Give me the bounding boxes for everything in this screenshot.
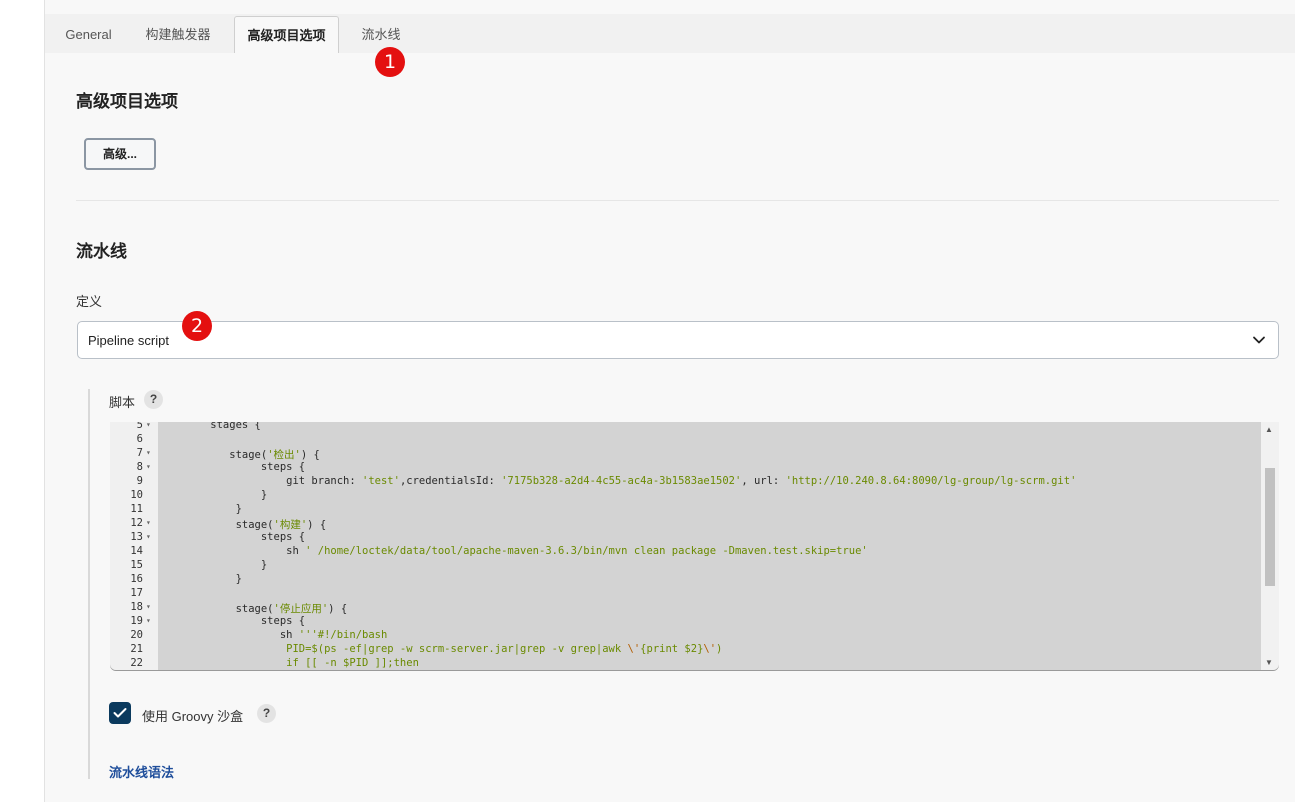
left-sidebar bbox=[0, 0, 45, 802]
code-text: } bbox=[185, 573, 242, 585]
definition-selected-value: Pipeline script bbox=[88, 333, 169, 348]
code-text: git branch: 'test',credentialsId: '7175b… bbox=[185, 475, 1077, 487]
tab-general[interactable]: General bbox=[55, 14, 122, 53]
line-number: 14 bbox=[130, 545, 143, 557]
code-line: 22 if [[ -n $PID ]];then bbox=[110, 657, 1260, 670]
code-line: 13 ▾ steps { bbox=[110, 531, 1260, 545]
line-number: 22 bbox=[130, 657, 143, 669]
code-text: stage('停止应用') { bbox=[185, 603, 348, 615]
code-lines: 5 ▾ stages {6 7 ▾ stage('检出') {8 ▾ steps {9 … bbox=[110, 422, 1260, 670]
line-number: 6 bbox=[136, 433, 143, 445]
line-number: 5 bbox=[136, 422, 143, 431]
code-line: 17 bbox=[110, 587, 1260, 601]
fold-arrow-icon[interactable]: ▾ bbox=[146, 462, 151, 471]
code-text: sh '''#!/bin/bash bbox=[185, 629, 388, 641]
tab-build-triggers[interactable]: 构建触发器 bbox=[135, 14, 221, 53]
code-text: sh ' /home/loctek/data/tool/apache-maven… bbox=[185, 545, 868, 557]
code-line: 11 } bbox=[110, 503, 1260, 517]
definition-label: 定义 bbox=[76, 294, 103, 309]
groovy-sandbox-checkbox[interactable] bbox=[109, 702, 131, 724]
check-icon bbox=[113, 708, 127, 718]
code-text: steps { bbox=[185, 461, 306, 473]
line-number: 17 bbox=[130, 587, 143, 599]
script-label: 脚本 bbox=[109, 395, 136, 410]
code-text: } bbox=[185, 489, 268, 501]
groovy-sandbox-label: 使用 Groovy 沙盒 bbox=[142, 709, 244, 724]
code-line: 6 bbox=[110, 433, 1260, 447]
line-number: 11 bbox=[130, 503, 143, 515]
code-line: 5 ▾ stages { bbox=[110, 422, 1260, 433]
scrollbar-thumb[interactable] bbox=[1265, 468, 1275, 586]
code-line: 20 sh '''#!/bin/bash bbox=[110, 629, 1260, 643]
advanced-button[interactable]: 高级... bbox=[84, 138, 156, 170]
annotation-badge-1: 1 bbox=[375, 47, 405, 77]
line-number: 9 bbox=[136, 475, 143, 487]
fold-arrow-icon[interactable]: ▾ bbox=[146, 602, 151, 611]
line-number: 8 bbox=[136, 461, 143, 473]
code-text: PID=$(ps -ef|grep -w scrm-server.jar|gre… bbox=[185, 643, 723, 655]
code-line: 7 ▾ stage('检出') { bbox=[110, 447, 1260, 461]
line-number: 13 bbox=[130, 531, 143, 543]
tab-pipeline[interactable]: 流水线 bbox=[351, 14, 411, 53]
code-text: stage('构建') { bbox=[185, 519, 327, 531]
nested-section-bar bbox=[88, 389, 90, 779]
code-line: 10 } bbox=[110, 489, 1260, 503]
pipeline-section-title: 流水线 bbox=[76, 242, 127, 261]
code-text: } bbox=[185, 503, 242, 515]
code-text: if [[ -n $PID ]];then bbox=[185, 657, 419, 669]
line-number: 16 bbox=[130, 573, 143, 585]
code-line: 19 ▾ steps { bbox=[110, 615, 1260, 629]
scroll-up-arrow-icon[interactable]: ▲ bbox=[1265, 425, 1273, 434]
code-line: 18 ▾ stage('停止应用') { bbox=[110, 601, 1260, 615]
code-text: } bbox=[185, 559, 268, 571]
chevron-down-icon bbox=[1253, 336, 1265, 344]
main-panel: General 构建触发器 高级项目选项 流水线 1 高级项目选项 高级... … bbox=[45, 0, 1295, 802]
config-tabbar: General 构建触发器 高级项目选项 流水线 bbox=[45, 14, 1295, 53]
code-line: 14 sh ' /home/loctek/data/tool/apache-ma… bbox=[110, 545, 1260, 559]
line-number: 7 bbox=[136, 447, 143, 459]
fold-arrow-icon[interactable]: ▾ bbox=[146, 422, 151, 429]
code-text: stage('检出') { bbox=[185, 449, 320, 461]
fold-arrow-icon[interactable]: ▾ bbox=[146, 616, 151, 625]
pipeline-syntax-link[interactable]: 流水线语法 bbox=[109, 762, 174, 781]
line-number: 19 bbox=[130, 615, 143, 627]
line-number: 21 bbox=[130, 643, 143, 655]
code-text: steps { bbox=[185, 615, 306, 627]
code-line: 8 ▾ steps { bbox=[110, 461, 1260, 475]
code-line: 16 } bbox=[110, 573, 1260, 587]
advanced-section-title: 高级项目选项 bbox=[76, 92, 178, 111]
section-divider bbox=[76, 200, 1279, 201]
fold-arrow-icon[interactable]: ▾ bbox=[146, 532, 151, 541]
fold-arrow-icon[interactable]: ▾ bbox=[146, 448, 151, 457]
code-text: stages { bbox=[185, 422, 261, 431]
annotation-badge-2: 2 bbox=[182, 311, 212, 341]
definition-select[interactable]: Pipeline script bbox=[77, 321, 1279, 359]
line-number: 10 bbox=[130, 489, 143, 501]
fold-arrow-icon[interactable]: ▾ bbox=[146, 518, 151, 527]
line-number: 20 bbox=[130, 629, 143, 641]
line-number: 18 bbox=[130, 601, 143, 613]
code-line: 12 ▾ stage('构建') { bbox=[110, 517, 1260, 531]
script-editor[interactable]: 5 ▾ stages {6 7 ▾ stage('检出') {8 ▾ steps {9 … bbox=[110, 422, 1279, 670]
line-number: 12 bbox=[130, 517, 143, 529]
tab-advanced-project-options[interactable]: 高级项目选项 bbox=[234, 16, 339, 53]
line-number: 15 bbox=[130, 559, 143, 571]
code-line: 9 git branch: 'test',credentialsId: '717… bbox=[110, 475, 1260, 489]
editor-scrollbar[interactable]: ▲ ▼ bbox=[1261, 422, 1279, 670]
code-line: 15 } bbox=[110, 559, 1260, 573]
code-text: steps { bbox=[185, 531, 306, 543]
sandbox-help-icon[interactable]: ? bbox=[257, 704, 276, 723]
script-help-icon[interactable]: ? bbox=[144, 390, 163, 409]
code-line: 21 PID=$(ps -ef|grep -w scrm-server.jar|… bbox=[110, 643, 1260, 657]
scroll-down-arrow-icon[interactable]: ▼ bbox=[1265, 658, 1273, 667]
